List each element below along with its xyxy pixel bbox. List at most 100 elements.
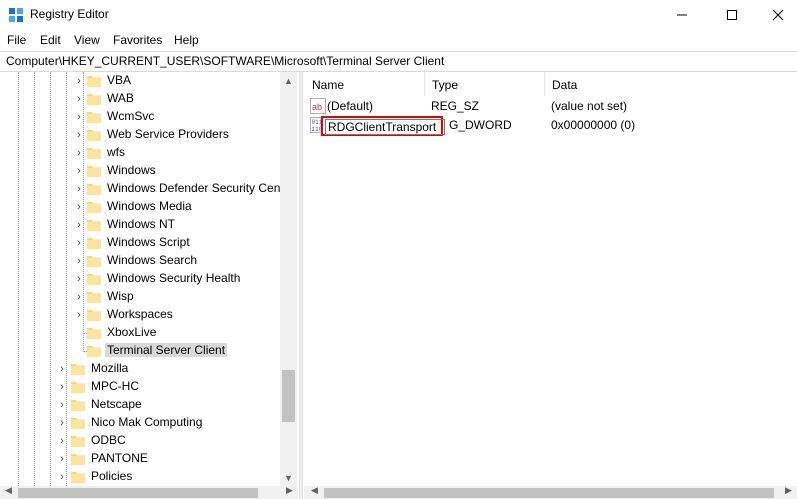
tree-item-label[interactable]: Windows Search xyxy=(105,253,199,267)
tree-item-label[interactable]: Terminal Server Client xyxy=(105,343,228,357)
chevron-right-icon[interactable]: › xyxy=(74,201,84,213)
tree-item-label[interactable]: Windows Security Health xyxy=(105,271,242,285)
chevron-right-icon[interactable]: › xyxy=(74,165,84,177)
chevron-right-icon[interactable]: › xyxy=(74,255,84,267)
column-header-type[interactable]: Type xyxy=(424,72,544,96)
tree-item[interactable]: › VBA xyxy=(0,72,298,90)
tree-item[interactable]: › Windows Security Health xyxy=(0,270,298,288)
chevron-right-icon[interactable]: › xyxy=(74,93,84,105)
maximize-button[interactable] xyxy=(709,0,755,30)
tree-item-label[interactable]: Windows Defender Security Cent xyxy=(105,181,286,195)
tree-item-label[interactable]: WAB xyxy=(105,91,136,105)
chevron-right-icon[interactable]: › xyxy=(57,435,67,447)
tree-item-label[interactable]: Windows Media xyxy=(105,199,194,213)
tree-item-label[interactable]: VBA xyxy=(105,73,133,87)
tree-item[interactable]: › Windows NT xyxy=(0,216,298,234)
chevron-right-icon[interactable]: › xyxy=(74,111,84,123)
folder-icon xyxy=(87,346,101,357)
menu-view[interactable]: View xyxy=(74,33,100,47)
tree-item[interactable]: XboxLive xyxy=(0,324,298,342)
tree-item[interactable]: › Windows Media xyxy=(0,198,298,216)
tree-item-label[interactable]: Windows xyxy=(105,163,158,177)
chevron-right-icon[interactable]: › xyxy=(74,237,84,249)
tree-item[interactable]: › PANTONE xyxy=(0,450,298,468)
tree-item[interactable]: › Wisp xyxy=(0,288,298,306)
tree-item[interactable]: › MPC-HC xyxy=(0,378,298,396)
chevron-right-icon[interactable]: › xyxy=(74,309,84,321)
tree-vertical-scrollbar[interactable]: ▲ ▼ xyxy=(280,72,297,486)
minimize-button[interactable] xyxy=(659,0,705,30)
tree-item[interactable]: › Windows xyxy=(0,162,298,180)
tree-item-label[interactable]: Web Service Providers xyxy=(105,127,231,141)
pane-splitter[interactable] xyxy=(299,72,303,499)
tree-item-label[interactable]: Mozilla xyxy=(89,361,130,375)
column-header-data[interactable]: Data xyxy=(544,72,797,96)
tree-item-label[interactable]: ODBC xyxy=(89,433,128,447)
chevron-right-icon[interactable]: › xyxy=(57,417,67,429)
chevron-right-icon[interactable]: › xyxy=(57,381,67,393)
chevron-right-icon[interactable]: › xyxy=(74,183,84,195)
scroll-thumb[interactable] xyxy=(18,488,258,498)
tree-item[interactable]: › Nico Mak Computing xyxy=(0,414,298,432)
scroll-thumb[interactable] xyxy=(282,370,295,422)
value-name[interactable]: (Default) xyxy=(327,99,373,113)
tree-item[interactable]: › Windows Script xyxy=(0,234,298,252)
address-bar[interactable]: Computer\HKEY_CURRENT_USER\SOFTWARE\Micr… xyxy=(0,51,797,72)
tree-item-label[interactable]: WcmSvc xyxy=(105,109,156,123)
tree-item-label[interactable]: Policies xyxy=(89,469,134,483)
chevron-right-icon[interactable]: › xyxy=(74,219,84,231)
value-row[interactable]: ab (Default) REG_SZ (value not set) xyxy=(304,97,797,116)
tree-horizontal-scrollbar[interactable]: ◀ ▶ xyxy=(0,484,298,499)
menu-file[interactable]: File xyxy=(7,33,26,47)
folder-icon xyxy=(87,202,101,213)
chevron-right-icon[interactable]: › xyxy=(57,453,67,465)
scroll-left-icon[interactable]: ◀ xyxy=(0,484,17,497)
chevron-right-icon[interactable]: › xyxy=(74,147,84,159)
address-path[interactable]: Computer\HKEY_CURRENT_USER\SOFTWARE\Micr… xyxy=(6,54,444,68)
chevron-right-icon[interactable]: › xyxy=(57,471,67,483)
chevron-right-icon[interactable]: › xyxy=(74,273,84,285)
list-horizontal-scrollbar[interactable]: ◀ ▶ xyxy=(304,485,797,499)
tree-item-label[interactable]: Nico Mak Computing xyxy=(89,415,204,429)
scroll-up-icon[interactable]: ▲ xyxy=(280,72,297,89)
tree-item[interactable]: › Mozilla xyxy=(0,360,298,378)
close-icon xyxy=(772,9,784,21)
close-button[interactable] xyxy=(755,0,797,30)
scroll-thumb[interactable] xyxy=(324,488,774,498)
tree-item[interactable]: › WcmSvc xyxy=(0,108,298,126)
scroll-right-icon[interactable]: ▶ xyxy=(281,484,298,497)
tree-item[interactable]: › Workspaces xyxy=(0,306,298,324)
chevron-right-icon[interactable]: › xyxy=(74,75,84,87)
tree-item[interactable]: › ODBC xyxy=(0,432,298,450)
tree-item[interactable]: › wfs xyxy=(0,144,298,162)
column-header-name[interactable]: Name xyxy=(304,72,424,96)
rename-input[interactable]: RDGClientTransport xyxy=(325,119,445,135)
menu-favorites[interactable]: Favorites xyxy=(113,33,162,47)
tree-item[interactable]: › Windows Defender Security Cent xyxy=(0,180,298,198)
tree-item[interactable]: › Policies xyxy=(0,468,298,486)
tree-item-label[interactable]: MPC-HC xyxy=(89,379,141,393)
menu-help[interactable]: Help xyxy=(174,33,199,47)
column-header-label: Type xyxy=(432,78,459,92)
chevron-right-icon[interactable]: › xyxy=(57,363,67,375)
tree-item-label[interactable]: Windows NT xyxy=(105,217,177,231)
tree-item-selected[interactable]: Terminal Server Client xyxy=(0,342,298,360)
key-tree[interactable]: › VBA › WAB › WcmSvc › Web Service Provi… xyxy=(0,72,298,486)
folder-icon xyxy=(87,166,101,177)
tree-item-label[interactable]: Windows Script xyxy=(105,235,192,249)
tree-item-label[interactable]: wfs xyxy=(105,145,127,159)
tree-item[interactable]: › WAB xyxy=(0,90,298,108)
tree-item[interactable]: › Web Service Providers xyxy=(0,126,298,144)
tree-item-label[interactable]: XboxLive xyxy=(105,325,158,339)
chevron-right-icon[interactable]: › xyxy=(74,291,84,303)
tree-item-label[interactable]: Wisp xyxy=(105,289,136,303)
chevron-right-icon[interactable]: › xyxy=(74,129,84,141)
tree-item-label[interactable]: Workspaces xyxy=(105,307,175,321)
menu-bar: File Edit View Favorites Help xyxy=(0,30,797,50)
tree-item-label[interactable]: Netscape xyxy=(89,397,144,411)
menu-edit[interactable]: Edit xyxy=(40,33,61,47)
tree-item[interactable]: › Netscape xyxy=(0,396,298,414)
chevron-right-icon[interactable]: › xyxy=(57,399,67,411)
tree-item-label[interactable]: PANTONE xyxy=(89,451,150,465)
tree-item[interactable]: › Windows Search xyxy=(0,252,298,270)
